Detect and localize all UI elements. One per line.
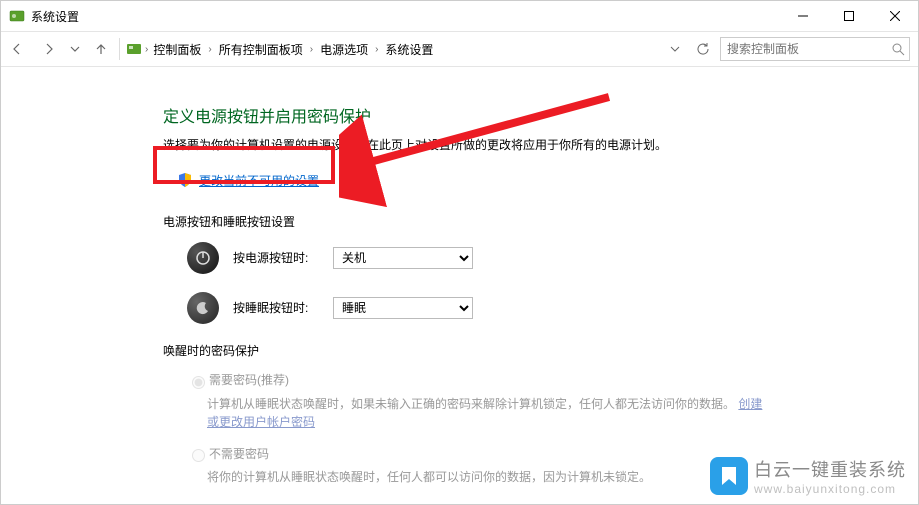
breadcrumb-item[interactable]: 控制面板	[151, 39, 203, 60]
sleep-button-select[interactable]: 睡眠	[333, 297, 473, 319]
content-area: 定义电源按钮并启用密码保护 选择要为你的计算机设置的电源设置。在此页上对设置所做…	[1, 67, 918, 505]
power-button-label: 按电源按钮时:	[233, 249, 333, 266]
chevron-right-icon[interactable]: ›	[373, 42, 380, 57]
watermark: 白云一键重装系统 www.baiyunxitong.com	[710, 456, 906, 496]
no-password-radio	[192, 449, 205, 462]
title-bar: 系统设置	[1, 1, 918, 31]
breadcrumb-item[interactable]: 系统设置	[383, 39, 435, 60]
divider	[119, 38, 120, 60]
app-icon	[9, 8, 25, 24]
power-icon	[187, 242, 219, 274]
watermark-icon	[710, 457, 748, 495]
require-password-label: 需要密码(推荐)	[209, 373, 289, 387]
search-input[interactable]	[721, 42, 888, 56]
buttons-section-title: 电源按钮和睡眠按钮设置	[163, 213, 878, 230]
require-password-radio	[192, 376, 205, 389]
page-heading: 定义电源按钮并启用密码保护	[163, 103, 878, 127]
nav-row: › 控制面板› 所有控制面板项› 电源选项› 系统设置	[1, 31, 918, 67]
maximize-button[interactable]	[826, 1, 872, 31]
window: 系统设置 › 控制面板› 所有控制面板项› 电源选	[0, 0, 919, 505]
breadcrumb-item[interactable]: 所有控制面板项	[217, 39, 305, 60]
minimize-button[interactable]	[780, 1, 826, 31]
power-button-select[interactable]: 关机	[333, 247, 473, 269]
page-description: 选择要为你的计算机设置的电源设置。在此页上对设置所做的更改将应用于你所有的电源计…	[163, 137, 878, 154]
refresh-button[interactable]	[692, 38, 714, 60]
chevron-right-icon[interactable]: ›	[145, 44, 148, 55]
no-password-label: 不需要密码	[209, 447, 269, 461]
sleep-icon	[187, 292, 219, 324]
address-bar[interactable]: › 控制面板› 所有控制面板项› 电源选项› 系统设置	[122, 39, 664, 60]
watermark-text-2: www.baiyunxitong.com	[754, 482, 906, 496]
sleep-button-label: 按睡眠按钮时:	[233, 299, 333, 316]
require-password-desc: 计算机从睡眠状态唤醒时，如果未输入正确的密码来解除计算机锁定，任何人都无法访问你…	[207, 395, 767, 431]
window-title: 系统设置	[31, 8, 79, 25]
no-password-desc: 将你的计算机从睡眠状态唤醒时，任何人都可以访问你的数据，因为计算机未锁定。	[207, 468, 767, 486]
chevron-right-icon[interactable]: ›	[206, 42, 213, 57]
chevron-right-icon[interactable]: ›	[308, 42, 315, 57]
back-button[interactable]	[1, 33, 33, 65]
breadcrumb-item[interactable]: 电源选项	[318, 39, 370, 60]
search-icon[interactable]	[888, 42, 909, 56]
watermark-text-1: 白云一键重装系统	[754, 456, 906, 482]
forward-button[interactable]	[33, 33, 65, 65]
control-panel-icon	[126, 41, 142, 57]
close-button[interactable]	[872, 1, 918, 31]
power-button-row: 按电源按钮时: 关机	[187, 242, 878, 274]
up-button[interactable]	[85, 33, 117, 65]
shield-icon	[177, 172, 193, 188]
password-section-title: 唤醒时的密码保护	[163, 342, 878, 359]
sleep-button-row: 按睡眠按钮时: 睡眠	[187, 292, 878, 324]
recent-locations-button[interactable]	[65, 33, 85, 65]
change-unavailable-settings-link[interactable]: 更改当前不可用的设置	[199, 172, 319, 189]
require-password-option: 需要密码(推荐) 计算机从睡眠状态唤醒时，如果未输入正确的密码来解除计算机锁定，…	[187, 371, 878, 431]
search-box[interactable]	[720, 37, 910, 61]
address-dropdown-button[interactable]	[664, 38, 686, 60]
